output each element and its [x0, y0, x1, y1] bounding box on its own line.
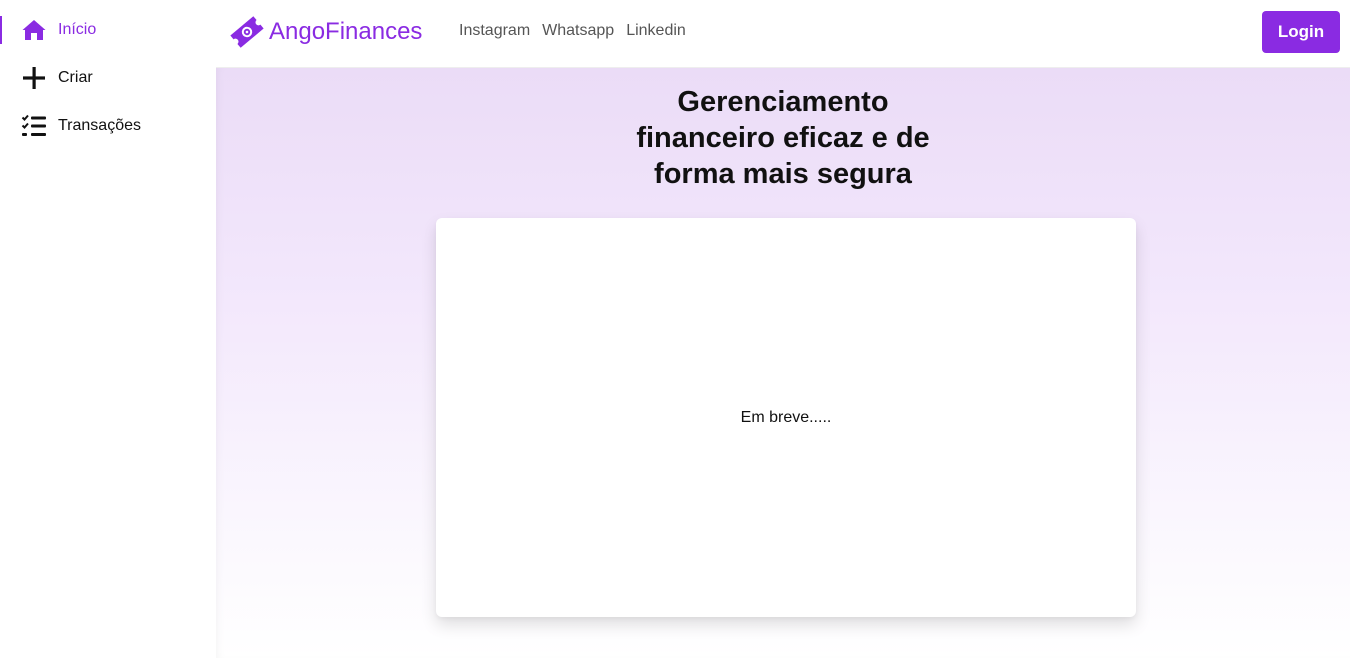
content-card: Em breve.....: [436, 218, 1136, 617]
sidebar-item-transacoes[interactable]: Transações: [0, 110, 216, 142]
coming-soon-text: Em breve.....: [740, 408, 832, 426]
login-button[interactable]: Login: [1262, 11, 1340, 53]
checklist-icon: [21, 113, 47, 139]
hero-title-line: forma mais segura: [654, 158, 912, 190]
main-content: Gerenciamento financeiro eficaz e de for…: [216, 68, 1350, 658]
plus-icon: [21, 65, 47, 91]
hero-title-line: Gerenciamento: [677, 86, 889, 118]
sidebar-item-criar[interactable]: Criar: [0, 62, 216, 94]
hero-title: Gerenciamento financeiro eficaz e de for…: [216, 84, 1350, 192]
nav-link-linkedin[interactable]: Linkedin: [626, 22, 686, 40]
nav-link-instagram[interactable]: Instagram: [459, 22, 530, 40]
ticket-logo-icon: [229, 14, 265, 50]
header-nav: Instagram Whatsapp Linkedin: [459, 22, 686, 40]
brand-link[interactable]: AngoFinances: [229, 14, 422, 50]
home-icon: [21, 17, 47, 43]
hero-title-line: financeiro eficaz e de: [636, 122, 930, 154]
brand-name: AngoFinances: [269, 18, 423, 45]
nav-link-whatsapp[interactable]: Whatsapp: [542, 22, 614, 40]
app-root: Início Criar Transações AngoFinances Ins…: [0, 0, 1350, 658]
top-header: AngoFinances Instagram Whatsapp Linkedin…: [216, 0, 1350, 68]
sidebar-item-label: Início: [58, 21, 97, 38]
sidebar-item-label: Transações: [58, 117, 141, 134]
sidebar-item-inicio[interactable]: Início: [0, 14, 216, 46]
sidebar: Início Criar Transações: [0, 0, 216, 658]
sidebar-item-label: Criar: [58, 69, 93, 86]
